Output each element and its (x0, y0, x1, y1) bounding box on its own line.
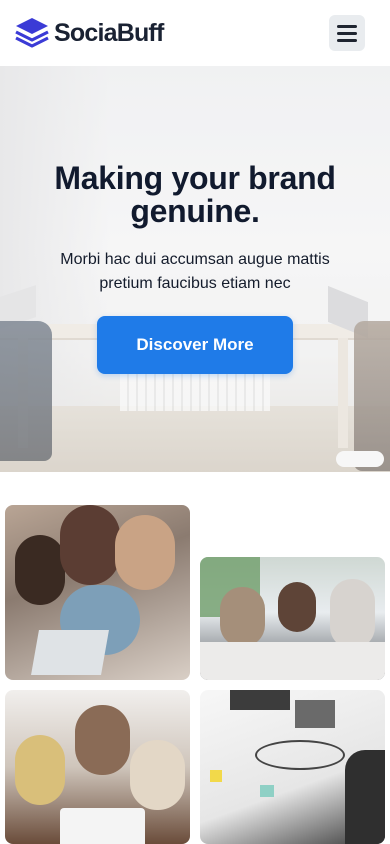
logo[interactable]: SociaBuff (14, 16, 164, 50)
hamburger-menu-icon (337, 24, 357, 28)
team-laptop-photo (5, 505, 190, 680)
site-header: SociaBuff (0, 0, 390, 66)
group-laughing-photo (5, 690, 190, 844)
creative-process-photo (200, 690, 385, 844)
hero-section: Making your brand genuine. Morbi hac dui… (0, 66, 390, 472)
hero-title: Making your brand genuine. (54, 160, 336, 229)
hamburger-menu-button[interactable] (329, 15, 365, 51)
discover-more-button[interactable]: Discover More (97, 316, 293, 374)
hero-subtitle: Morbi hac dui accumsan augue mattis pret… (60, 251, 330, 292)
brand-name: SociaBuff (54, 18, 164, 47)
stacked-layers-icon (15, 18, 49, 48)
meeting-table-photo (200, 557, 385, 680)
